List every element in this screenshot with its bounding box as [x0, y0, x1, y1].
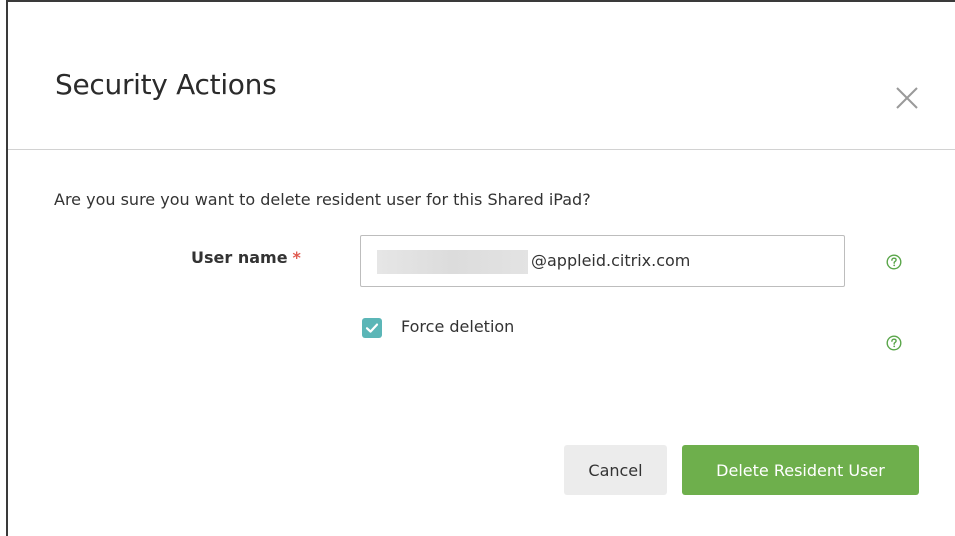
required-marker: * — [292, 248, 301, 267]
help-icon — [886, 335, 902, 351]
force-deletion-checkbox[interactable] — [362, 318, 382, 338]
dialog-title: Security Actions — [55, 68, 277, 101]
header-divider — [8, 149, 955, 150]
security-actions-dialog: Security Actions Are you sure you want t… — [6, 0, 955, 536]
confirmation-question: Are you sure you want to delete resident… — [54, 190, 591, 209]
close-button[interactable] — [894, 85, 920, 111]
username-help-button[interactable] — [886, 254, 902, 270]
delete-resident-user-button[interactable]: Delete Resident User — [682, 445, 919, 495]
force-deletion-label[interactable]: Force deletion — [401, 317, 514, 336]
redacted-username — [377, 250, 528, 274]
cancel-button[interactable]: Cancel — [564, 445, 667, 495]
close-icon — [896, 87, 918, 109]
username-input[interactable]: @appleid.citrix.com — [360, 235, 845, 287]
help-icon — [886, 254, 902, 270]
username-label-text: User name — [191, 248, 288, 267]
force-deletion-help-button[interactable] — [886, 335, 902, 351]
checkmark-icon — [365, 323, 379, 333]
username-label: User name * — [191, 248, 301, 267]
username-domain-text: @appleid.citrix.com — [531, 251, 691, 270]
